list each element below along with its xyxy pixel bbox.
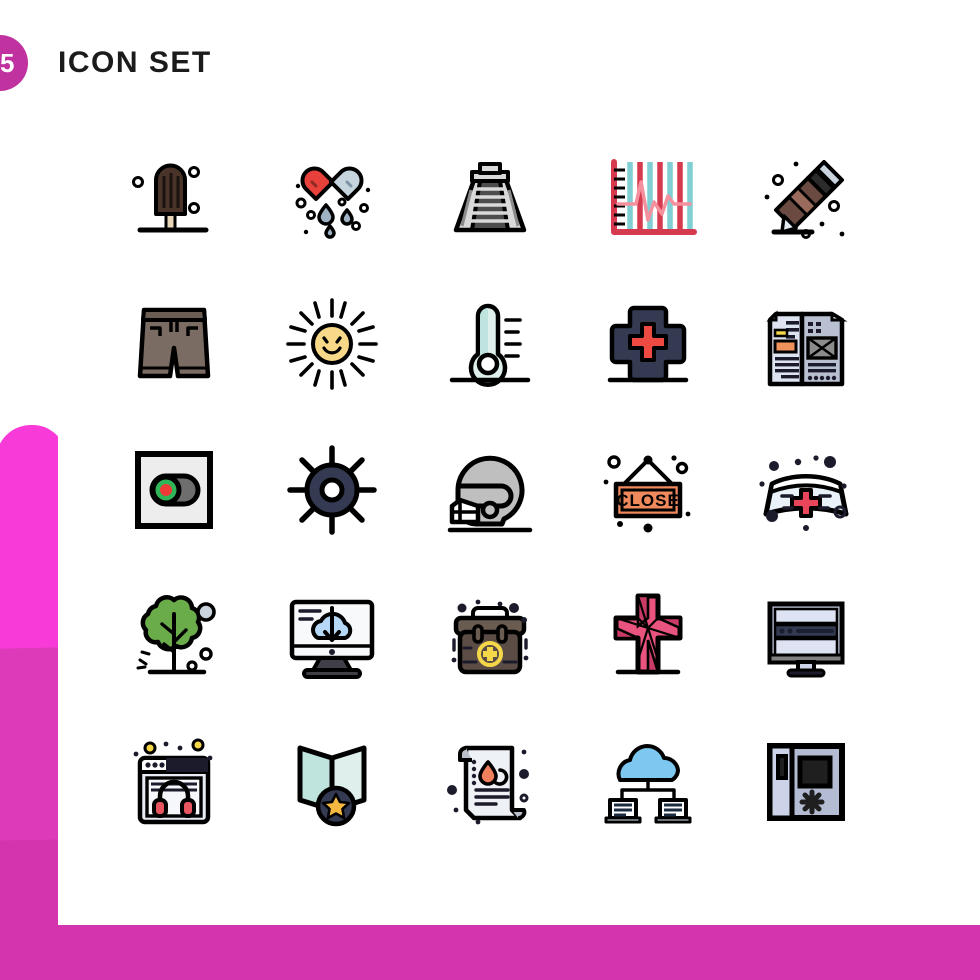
svg-text:CLOSE: CLOSE [616, 491, 680, 510]
first-aid-kit-icon [451, 599, 529, 675]
header: 25 ICON SET [0, 26, 212, 100]
icon-cell-pyramid-temple[interactable] [411, 125, 569, 271]
sun-smiling-icon [286, 298, 378, 390]
shorts-pants-icon [137, 307, 211, 379]
christian-cross-icon [613, 593, 683, 675]
cloud-network-icon [604, 743, 692, 824]
toggle-switch-icon [135, 451, 213, 529]
map-badge-icon [297, 745, 367, 827]
icon-cell-ice-cream-popsicle[interactable] [95, 125, 253, 271]
browser-headphones-icon [133, 738, 213, 825]
icon-cell-thermometer[interactable] [411, 271, 569, 417]
icon-cell-browser-headphones[interactable] [95, 709, 253, 855]
icon-cell-map-badge[interactable] [253, 709, 411, 855]
thermometer-icon [449, 303, 531, 387]
icon-cell-first-aid-kit[interactable] [411, 563, 569, 709]
icon-cell-scroll-document[interactable] [411, 709, 569, 855]
poster-stage: 25 ICON SET [0, 0, 980, 980]
icon-cell-pipette-dropper[interactable] [727, 125, 885, 271]
icon-grid: CLOSE [95, 125, 885, 855]
sun-gear-icon [287, 445, 377, 535]
icon-cell-nurse-hat[interactable] [727, 417, 885, 563]
icon-cell-football-helmet[interactable] [411, 417, 569, 563]
icon-cell-monitor-layout[interactable] [727, 563, 885, 709]
icon-cell-newspaper[interactable] [727, 271, 885, 417]
heartbeat-chart-icon [611, 159, 697, 235]
newspaper-icon [766, 310, 848, 387]
icon-cell-capsule-pills[interactable] [253, 125, 411, 271]
icon-cell-sun-gear[interactable] [253, 417, 411, 563]
icon-count-badge: 25 [0, 35, 28, 91]
icon-cell-tree[interactable] [95, 563, 253, 709]
icon-cell-christian-cross[interactable] [569, 563, 727, 709]
pipette-dropper-icon [764, 160, 845, 239]
decor-shape-left-mid [0, 647, 66, 934]
icon-cell-heartbeat-chart[interactable] [569, 125, 727, 271]
icon-cell-refrigerator[interactable] [727, 709, 885, 855]
icon-cell-sun-smiling[interactable] [253, 271, 411, 417]
decor-band-bottom [0, 925, 980, 980]
icon-cell-close-sign[interactable]: CLOSE [569, 417, 727, 563]
icon-cell-cloud-network[interactable] [569, 709, 727, 855]
decor-shape-left-light [0, 424, 66, 706]
medical-cross-icon [607, 305, 689, 383]
tree-icon [136, 595, 216, 675]
icon-cell-cloud-download-monitor[interactable] [253, 563, 411, 709]
nurse-hat-icon [759, 455, 849, 531]
icon-cell-shorts[interactable] [95, 271, 253, 417]
icon-cell-toggle-switch[interactable] [95, 417, 253, 563]
monitor-layout-icon [767, 601, 845, 678]
pyramid-temple-icon [453, 162, 527, 233]
football-helmet-icon [447, 455, 533, 533]
cloud-download-monitor-icon [289, 599, 375, 679]
close-sign-icon: CLOSE [603, 455, 691, 533]
capsule-pills-icon [295, 166, 371, 239]
page-title: ICON SET [58, 46, 212, 79]
scroll-document-icon [447, 745, 529, 825]
refrigerator-icon [767, 743, 845, 821]
icon-cell-medical-cross[interactable] [569, 271, 727, 417]
decor-shape-left-dark [0, 839, 66, 980]
ice-cream-popsicle-icon [132, 163, 209, 233]
